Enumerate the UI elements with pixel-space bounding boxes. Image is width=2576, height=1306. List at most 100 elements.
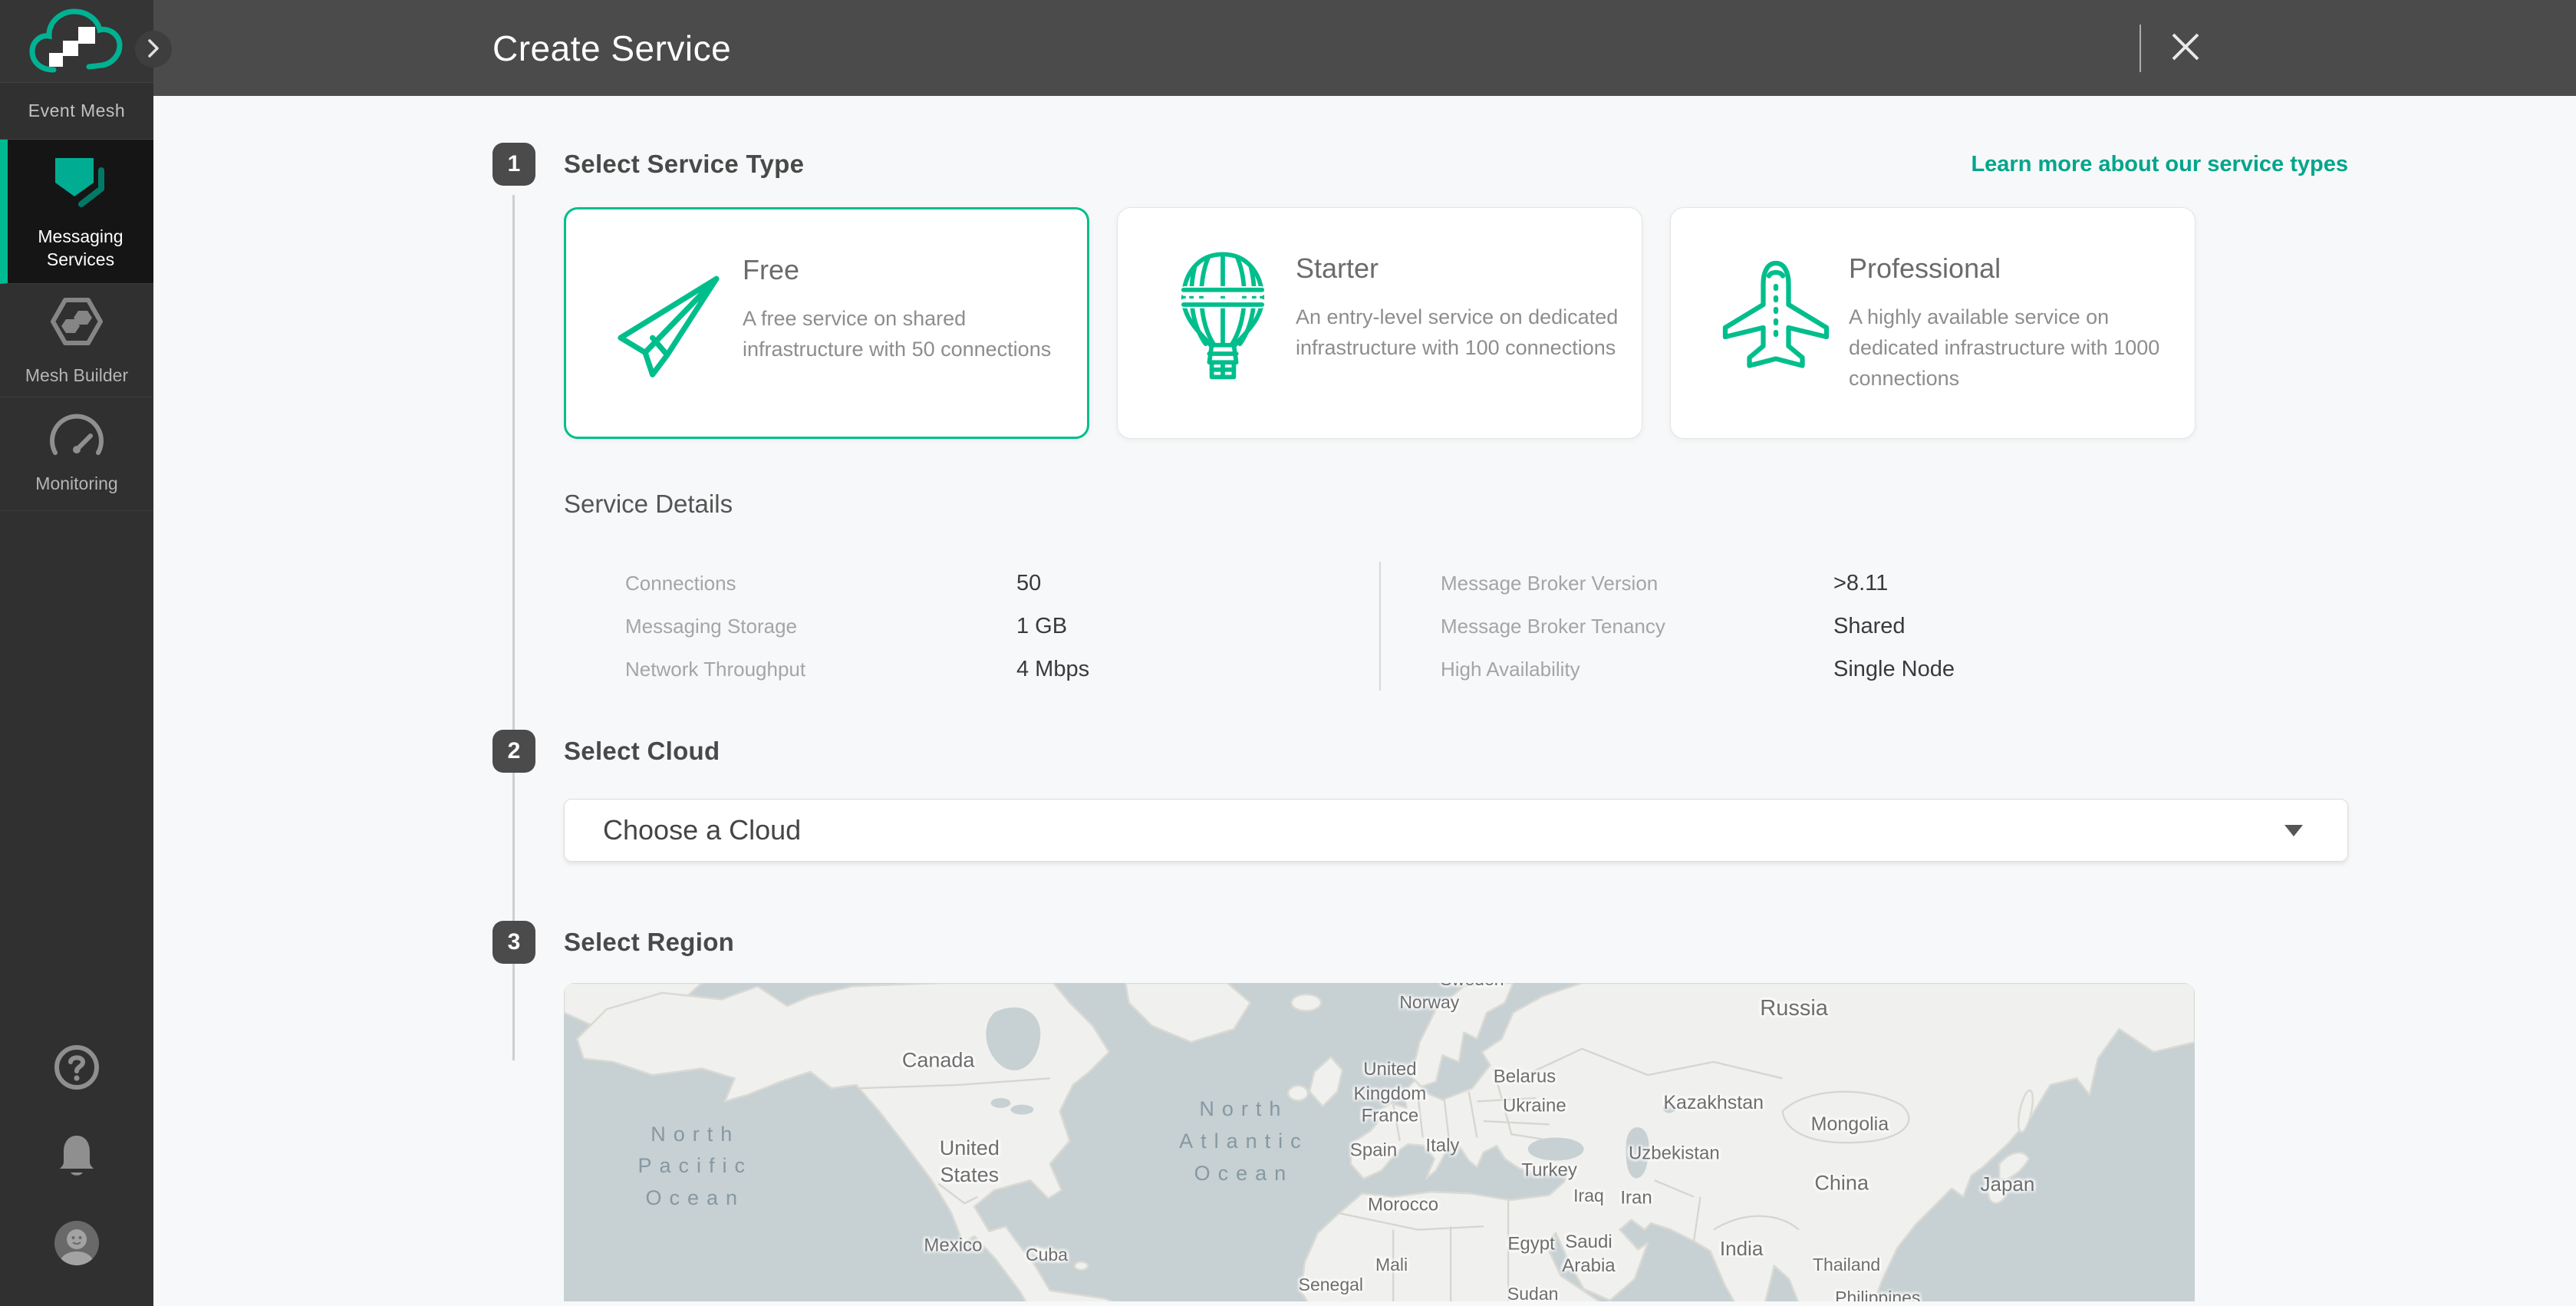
chevron-right-icon — [147, 38, 160, 61]
country-label: United States — [940, 1135, 1000, 1189]
step-1-heading: Select Service Type — [564, 150, 804, 179]
service-type-card[interactable]: Free A free service on shared infrastruc… — [564, 207, 1089, 439]
country-label: Thailand — [1813, 1254, 1880, 1277]
sidebar-item-label: Mesh Builder — [25, 364, 128, 388]
paper-plane-icon — [597, 209, 743, 437]
card-title: Starter — [1296, 252, 1619, 285]
detail-value: >8.11 — [1833, 571, 1888, 596]
cloud-select-value: Choose a Cloud — [603, 814, 801, 846]
country-label: India — [1720, 1236, 1763, 1262]
country-label: Russia — [1760, 994, 1828, 1024]
country-label: Turkey — [1521, 1158, 1576, 1182]
country-label: Belarus — [1494, 1064, 1556, 1088]
country-label: Saudi Arabia — [1562, 1230, 1615, 1278]
logo-area[interactable] — [0, 0, 153, 83]
service-type-card[interactable]: Starter An entry-level service on dedica… — [1117, 207, 1642, 439]
close-button[interactable] — [2164, 27, 2207, 70]
notifications-button[interactable] — [54, 1133, 99, 1181]
gauge-icon — [44, 413, 109, 462]
detail-label: High Availability — [1381, 658, 1833, 681]
detail-row: Message Broker Tenancy Shared — [1381, 605, 2195, 648]
user-menu-button[interactable] — [53, 1219, 100, 1269]
chevron-down-icon — [2284, 825, 2303, 836]
detail-label: Message Broker Version — [1381, 572, 1833, 595]
detail-value: Shared — [1833, 614, 1906, 639]
help-button[interactable] — [52, 1043, 101, 1094]
hexagon-mesh-icon — [45, 294, 108, 354]
country-label: China — [1814, 1169, 1869, 1196]
detail-label: Messaging Storage — [564, 615, 1016, 638]
country-label: Ukraine — [1503, 1094, 1566, 1118]
country-label: France — [1362, 1104, 1419, 1128]
country-label: Uzbekistan — [1629, 1142, 1720, 1166]
service-type-card[interactable]: Professional A highly available service … — [1670, 207, 2196, 439]
card-title: Professional — [1849, 252, 2172, 285]
help-icon — [52, 1083, 101, 1094]
page-title: Create Service — [492, 0, 731, 96]
country-label: Norway — [1399, 991, 1459, 1014]
country-label: Mongolia — [1811, 1112, 1889, 1137]
sidebar-item-monitoring[interactable]: Monitoring — [0, 397, 153, 511]
card-description: A free service on shared infrastructure … — [743, 303, 1066, 364]
detail-value: 50 — [1016, 571, 1041, 596]
sidebar-item-event-mesh[interactable]: Event Mesh — [0, 83, 153, 140]
region-map[interactable]: North Pacific Ocean North Atlantic Ocean R… — [564, 983, 2195, 1301]
ocean-label: North Atlantic Ocean — [1179, 1094, 1309, 1191]
country-label: Italy — [1425, 1133, 1459, 1157]
cloud-select-dropdown[interactable]: Choose a Cloud — [564, 799, 2348, 862]
country-label: Cuba — [1026, 1244, 1068, 1267]
card-title: Free — [743, 254, 1066, 286]
sidebar-item-messaging-services[interactable]: Messaging Services — [0, 140, 153, 284]
card-description: An entry-level service on dedicated infr… — [1296, 302, 1619, 363]
country-label: Egypt — [1507, 1232, 1554, 1256]
service-type-cards: Free A free service on shared infrastruc… — [564, 207, 2348, 439]
dialog-content: 1 Select Service Type Learn more about o… — [153, 96, 2576, 1306]
ocean-label: North Pacific Ocean — [638, 1119, 753, 1215]
create-service-page: Event Mesh Messaging Services Mesh Build… — [0, 0, 2576, 1306]
service-details-section: Service Details Connections 50 Messaging… — [564, 490, 2348, 691]
header-divider — [2140, 25, 2141, 72]
dialog-header: Create Service — [153, 0, 2576, 96]
detail-row: Network Throughput 4 Mbps — [564, 648, 1379, 691]
sidebar: Event Mesh Messaging Services Mesh Build… — [0, 0, 153, 1306]
country-label: United Kingdom — [1354, 1057, 1427, 1105]
detail-row: Messaging Storage 1 GB — [564, 605, 1379, 648]
service-details-heading: Service Details — [564, 490, 2348, 519]
detail-row: Connections 50 — [564, 562, 1379, 605]
step-select-cloud: 2 Select Cloud Choose a Cloud — [492, 730, 2348, 862]
sidebar-expand-button[interactable] — [135, 31, 172, 68]
country-label: Mali — [1375, 1254, 1408, 1277]
country-label: Mexico — [924, 1234, 982, 1258]
sidebar-item-label: Monitoring — [35, 473, 117, 496]
step-2-badge: 2 — [492, 730, 535, 773]
country-label: Canada — [902, 1047, 975, 1073]
card-description: A highly available service on dedicated … — [1849, 302, 2172, 394]
detail-label: Network Throughput — [564, 658, 1016, 681]
airplane-icon — [1703, 208, 1849, 438]
country-label: Iran — [1620, 1186, 1652, 1210]
detail-label: Connections — [564, 572, 1016, 595]
hot-air-balloon-icon — [1150, 208, 1296, 438]
bell-icon — [54, 1169, 99, 1181]
sidebar-item-label: Messaging Services — [31, 226, 130, 272]
detail-row: Message Broker Version >8.11 — [1381, 562, 2195, 605]
step-2-heading: Select Cloud — [564, 737, 720, 766]
country-label: Senegal — [1299, 1274, 1363, 1297]
country-label: Sudan — [1507, 1283, 1559, 1301]
shield-icon — [48, 152, 114, 215]
close-icon — [2169, 30, 2202, 66]
region-map-labels: North Pacific Ocean North Atlantic Ocean R… — [564, 983, 2195, 1301]
step-1-badge: 1 — [492, 143, 535, 186]
country-label: Japan — [1981, 1172, 2035, 1198]
step-select-region: 3 Select Region — [492, 921, 2348, 1301]
solace-cloud-logo-icon — [26, 2, 127, 80]
sidebar-item-mesh-builder[interactable]: Mesh Builder — [0, 284, 153, 397]
step-select-service-type: 1 Select Service Type Learn more about o… — [492, 143, 2348, 691]
learn-more-link[interactable]: Learn more about our service types — [1971, 152, 2348, 177]
detail-label: Message Broker Tenancy — [1381, 615, 1833, 638]
country-label: Philippines — [1835, 1287, 1920, 1301]
sidebar-bottom — [0, 1043, 153, 1306]
country-label: Spain — [1350, 1139, 1397, 1163]
detail-value: 4 Mbps — [1016, 657, 1089, 682]
country-label: Iraq — [1573, 1185, 1604, 1208]
